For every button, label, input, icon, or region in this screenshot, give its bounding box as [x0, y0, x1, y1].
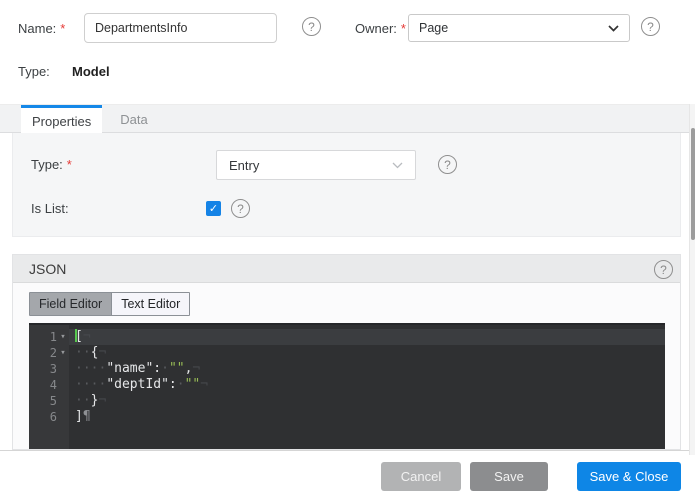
- line-number: 6: [29, 409, 69, 425]
- fold-arrow-icon[interactable]: ▾: [57, 329, 69, 345]
- footer-divider: [0, 450, 695, 451]
- json-code-editor[interactable]: 1▾[¬2▾··{¬3····"name":·"",¬4····"deptId"…: [29, 323, 665, 449]
- code-line[interactable]: 4····"deptId":·""¬: [29, 377, 665, 393]
- owner-help-icon[interactable]: ?: [641, 17, 660, 36]
- owner-required-asterisk: *: [401, 21, 406, 36]
- code-line-text: [¬: [69, 329, 665, 345]
- line-number: 1▾: [29, 329, 69, 345]
- code-line[interactable]: 1▾[¬: [29, 329, 665, 345]
- code-line-text: ····"name":·"",¬: [69, 361, 665, 377]
- line-number: 4: [29, 377, 69, 393]
- name-input[interactable]: [84, 13, 277, 43]
- owner-select-value: Page: [419, 21, 448, 35]
- type-value: Model: [72, 64, 110, 79]
- line-number: 2▾: [29, 345, 69, 361]
- vertical-scrollbar-track: [689, 104, 695, 455]
- is-list-label: Is List:: [31, 201, 69, 216]
- text-editor-toggle[interactable]: Text Editor: [111, 293, 189, 315]
- is-list-help-icon[interactable]: ?: [231, 199, 250, 218]
- cancel-button[interactable]: Cancel: [381, 462, 461, 491]
- name-label: Name:*: [18, 21, 65, 36]
- editor-mode-toggle: Field EditorText Editor: [29, 292, 190, 316]
- entry-type-required-asterisk: *: [67, 157, 72, 172]
- entry-type-dropdown[interactable]: Entry: [216, 150, 416, 180]
- code-line[interactable]: 5··}¬: [29, 393, 665, 409]
- entry-type-label: Type:*: [31, 157, 72, 172]
- type-label: Type:: [18, 64, 50, 79]
- fold-arrow-icon[interactable]: ▾: [57, 345, 69, 361]
- name-help-icon[interactable]: ?: [302, 17, 321, 36]
- tab-strip-tabs: PropertiesData: [21, 105, 166, 132]
- owner-label: Owner:*: [355, 21, 406, 36]
- save-and-close-button[interactable]: Save & Close: [577, 462, 681, 491]
- json-panel-header: JSON: [13, 255, 680, 283]
- code-line[interactable]: 2▾··{¬: [29, 345, 665, 361]
- line-number: 3: [29, 361, 69, 377]
- tab-properties[interactable]: Properties: [21, 105, 102, 134]
- chevron-down-icon: [608, 25, 619, 32]
- code-lines: 1▾[¬2▾··{¬3····"name":·"",¬4····"deptId"…: [29, 325, 665, 425]
- check-icon: ✓: [209, 202, 218, 215]
- save-button[interactable]: Save: [470, 462, 548, 491]
- json-panel: JSON ? Field EditorText Editor 1▾[¬2▾··{…: [12, 254, 681, 450]
- json-panel-title: JSON: [29, 261, 66, 277]
- line-number: 5: [29, 393, 69, 409]
- code-line[interactable]: 3····"name":·"",¬: [29, 361, 665, 377]
- code-line-text: ··}¬: [69, 393, 665, 409]
- field-editor-toggle[interactable]: Field Editor: [30, 293, 111, 315]
- vertical-scrollbar-thumb[interactable]: [691, 128, 695, 240]
- tab-strip: PropertiesData: [0, 104, 695, 133]
- code-line-text: ····"deptId":·""¬: [69, 377, 665, 393]
- json-help-icon[interactable]: ?: [654, 260, 673, 279]
- is-list-checkbox[interactable]: ✓: [206, 201, 221, 216]
- entry-type-help-icon[interactable]: ?: [438, 155, 457, 174]
- owner-select[interactable]: Page: [408, 14, 630, 42]
- code-line-text: ··{¬: [69, 345, 665, 361]
- tab-data[interactable]: Data: [102, 105, 165, 134]
- code-line-text: ]¶: [69, 409, 665, 425]
- properties-panel: Type:* Entry ? Is List: ✓ ?: [12, 133, 681, 237]
- code-line[interactable]: 6]¶: [29, 409, 665, 425]
- entry-type-dropdown-value: Entry: [229, 158, 259, 173]
- chevron-down-icon: [392, 162, 403, 169]
- name-required-asterisk: *: [60, 21, 65, 36]
